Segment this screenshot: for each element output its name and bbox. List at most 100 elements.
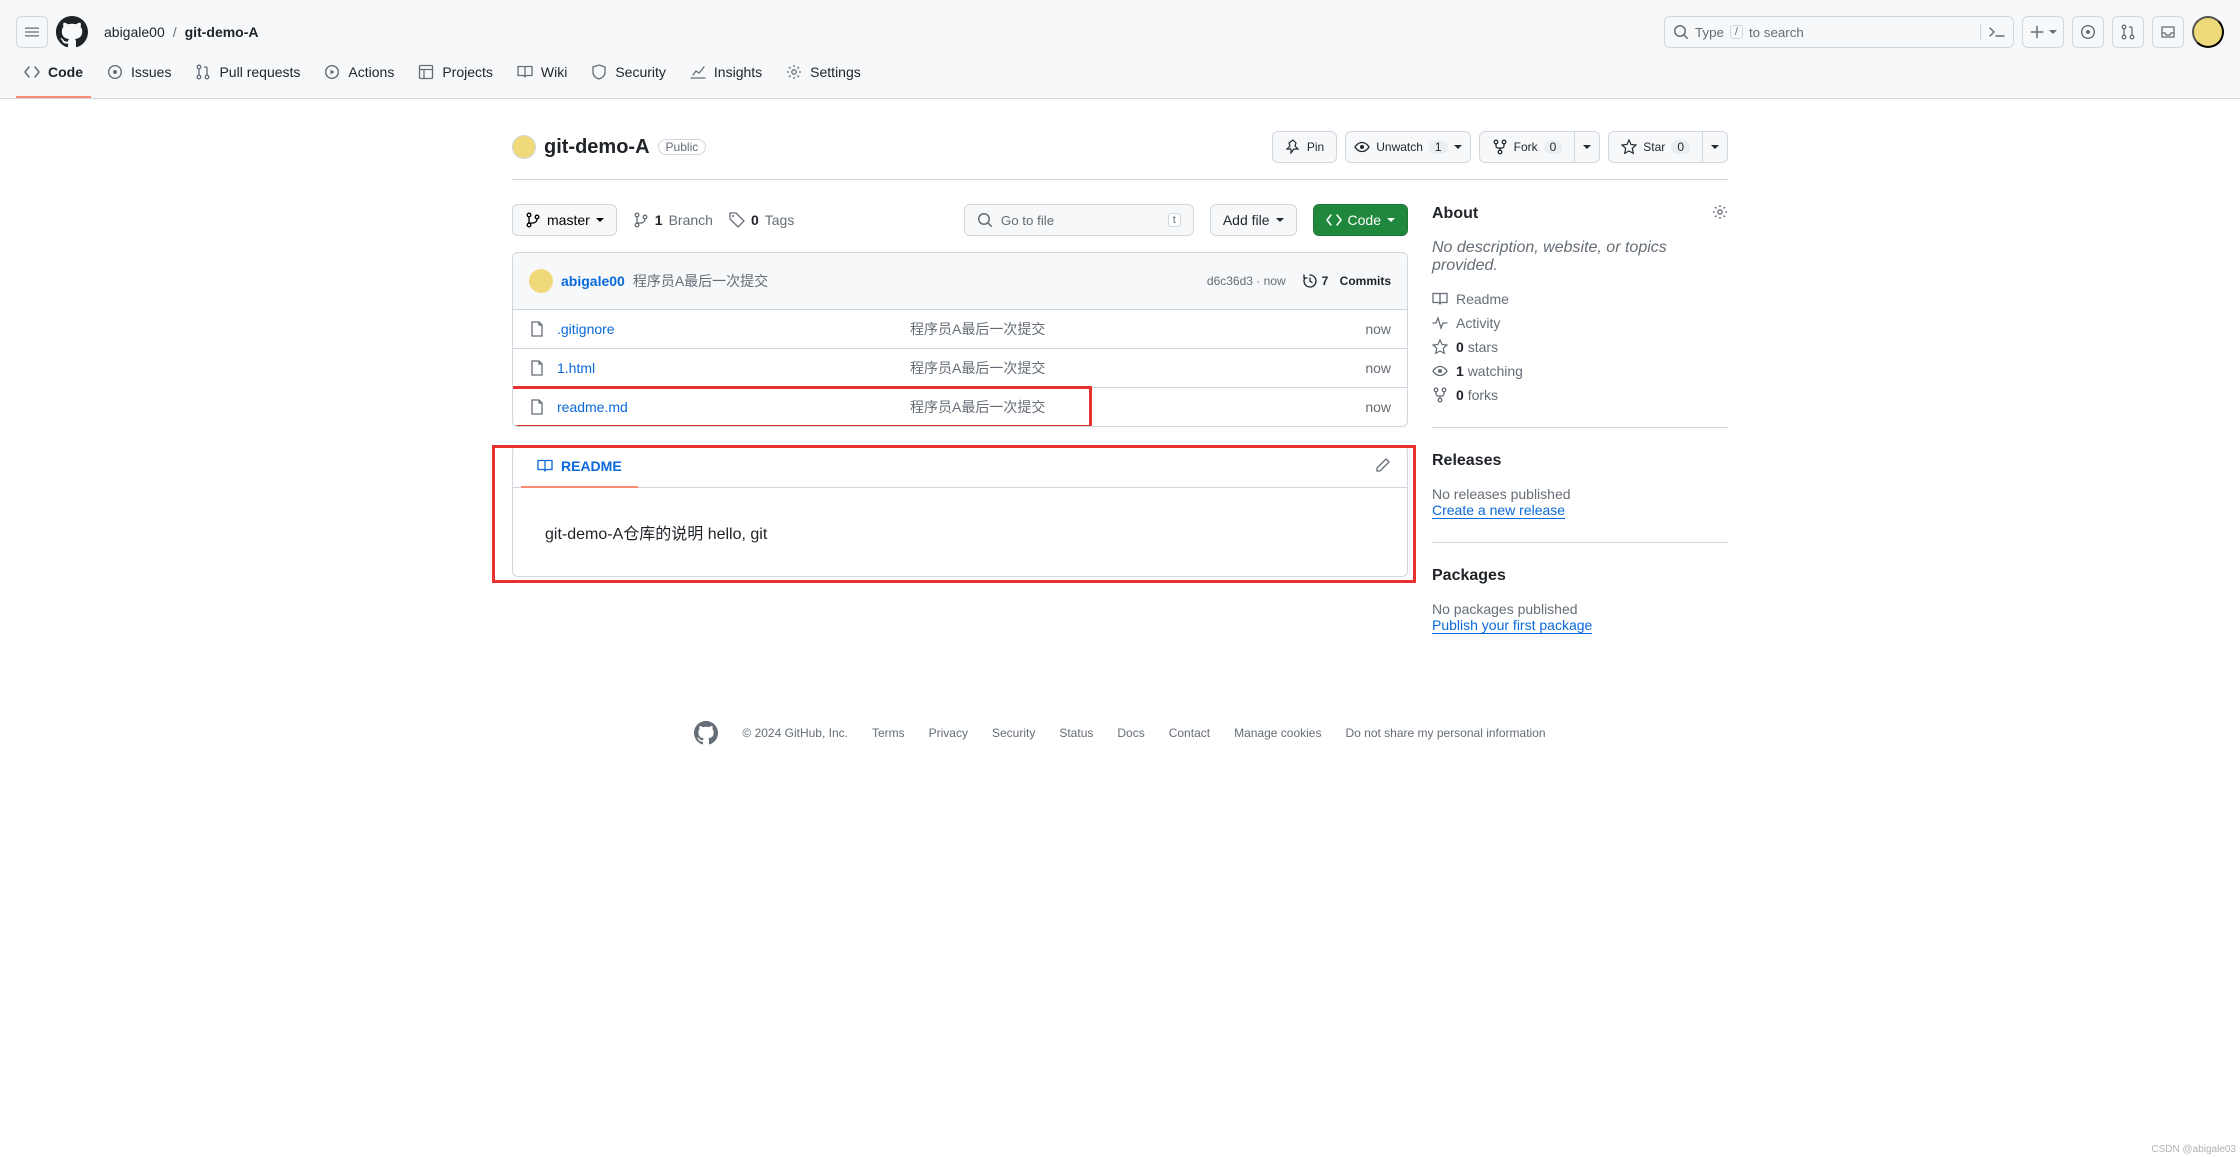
watching-link[interactable]: 1 watching <box>1456 363 1523 379</box>
add-file-button[interactable]: Add file <box>1210 204 1297 236</box>
search-suffix: to search <box>1749 25 1804 40</box>
caret-down-icon <box>1711 145 1719 149</box>
tab-issues[interactable]: Issues <box>99 56 179 98</box>
file-name-link[interactable]: readme.md <box>557 399 628 415</box>
footer-docs[interactable]: Docs <box>1117 726 1144 740</box>
repo-link[interactable]: git-demo-A <box>185 24 259 40</box>
caret-down-icon <box>1276 218 1284 222</box>
footer-contact[interactable]: Contact <box>1169 726 1210 740</box>
tab-security[interactable]: Security <box>583 56 674 98</box>
forks-link[interactable]: 0 forks <box>1456 387 1498 403</box>
inbox-button[interactable] <box>2152 16 2184 48</box>
owner-link[interactable]: abigale00 <box>104 24 165 40</box>
file-commit-link[interactable]: 程序员A最后一次提交 <box>910 358 1291 378</box>
file-nav: master 1 Branch 0 Tags Go to file <box>512 204 1408 236</box>
add-file-label: Add file <box>1223 212 1270 228</box>
star-icon <box>1432 339 1448 355</box>
file-row: .gitignore 程序员A最后一次提交 now <box>513 310 1407 349</box>
book-icon <box>517 64 533 80</box>
commits-link[interactable]: 7 Commits <box>1302 273 1391 289</box>
gear-icon <box>1712 204 1728 220</box>
command-palette-icon <box>1980 24 2005 40</box>
pull-requests-button[interactable] <box>2112 16 2144 48</box>
pin-button[interactable]: Pin <box>1272 131 1337 163</box>
fork-button[interactable]: Fork 0 <box>1479 131 1576 163</box>
tab-insights[interactable]: Insights <box>682 56 770 98</box>
tags-link[interactable]: 0 Tags <box>729 212 794 228</box>
inbox-icon <box>2160 24 2176 40</box>
history-icon <box>1302 273 1318 289</box>
commit-author-link[interactable]: abigale00 <box>561 273 625 289</box>
plus-icon <box>2029 24 2045 40</box>
visibility-badge: Public <box>658 139 707 155</box>
user-avatar-button[interactable] <box>2192 16 2224 48</box>
star-menu-button[interactable] <box>1703 131 1728 163</box>
create-release-link[interactable]: Create a new release <box>1432 502 1565 519</box>
tab-code[interactable]: Code <box>16 56 91 98</box>
stars-link[interactable]: 0 stars <box>1456 339 1498 355</box>
search-prefix: Type <box>1695 25 1724 40</box>
file-name-link[interactable]: 1.html <box>557 360 595 376</box>
issues-button[interactable] <box>2072 16 2104 48</box>
github-logo[interactable] <box>56 16 88 48</box>
menu-button[interactable] <box>16 16 48 48</box>
caret-down-icon <box>1454 145 1462 149</box>
commit-sha-link[interactable]: d6c36d3 <box>1207 274 1253 288</box>
tab-settings[interactable]: Settings <box>778 56 869 98</box>
branch-count-label: Branch <box>669 212 713 228</box>
watch-label: Unwatch <box>1376 140 1423 154</box>
footer-cookies[interactable]: Manage cookies <box>1234 726 1321 740</box>
tab-wiki[interactable]: Wiki <box>509 56 575 98</box>
latest-commit: abigale00 程序员A最后一次提交 d6c36d3 · now 7 Com… <box>513 253 1407 310</box>
commit-message-link[interactable]: 程序员A最后一次提交 <box>633 271 768 291</box>
branch-count: 1 <box>655 212 663 228</box>
tab-pulls[interactable]: Pull requests <box>187 56 308 98</box>
fork-menu-button[interactable] <box>1575 131 1600 163</box>
about-description: No description, website, or topics provi… <box>1432 239 1728 275</box>
footer-security[interactable]: Security <box>992 726 1035 740</box>
file-commit-link[interactable]: 程序员A最后一次提交 <box>910 397 1291 417</box>
star-count: 0 <box>1671 140 1690 154</box>
branches-link[interactable]: 1 Branch <box>633 212 713 228</box>
app-header: abigale00 / git-demo-A Type / to search <box>0 0 2240 56</box>
tab-pulls-label: Pull requests <box>219 64 300 80</box>
footer-privacy[interactable]: Privacy <box>929 726 968 740</box>
footer-status[interactable]: Status <box>1059 726 1093 740</box>
commit-author-avatar <box>529 269 553 293</box>
tab-projects-label: Projects <box>442 64 493 80</box>
search-input[interactable]: Type / to search <box>1664 16 2014 48</box>
issue-icon <box>2080 24 2096 40</box>
search-icon <box>1673 24 1689 40</box>
tab-projects[interactable]: Projects <box>410 56 501 98</box>
footer-dnsmpi[interactable]: Do not share my personal information <box>1345 726 1545 740</box>
star-icon <box>1621 139 1637 155</box>
readme-tab[interactable]: README <box>521 446 638 488</box>
file-age: now <box>1291 321 1391 337</box>
file-name-link[interactable]: .gitignore <box>557 321 615 337</box>
branch-picker[interactable]: master <box>512 204 617 236</box>
watch-button[interactable]: Unwatch 1 <box>1345 131 1470 163</box>
releases-empty-text: No releases published <box>1432 486 1728 502</box>
file-commit-link[interactable]: 程序员A最后一次提交 <box>910 319 1291 339</box>
activity-link[interactable]: Activity <box>1456 315 1500 331</box>
edit-readme-button[interactable] <box>1367 449 1399 484</box>
file-row: 1.html 程序员A最后一次提交 now <box>513 349 1407 388</box>
commit-time: now <box>1264 274 1286 288</box>
publish-package-link[interactable]: Publish your first package <box>1432 617 1592 634</box>
caret-down-icon <box>2049 30 2057 34</box>
caret-down-icon <box>596 218 604 222</box>
gotofile-key: t <box>1168 213 1181 227</box>
readme-link[interactable]: Readme <box>1456 291 1509 307</box>
goto-file-input[interactable]: Go to file t <box>964 204 1194 236</box>
about-settings-button[interactable] <box>1712 204 1728 223</box>
repo-header: git-demo-A Public Pin Unwatch 1 Fork 0 <box>512 115 1728 180</box>
tab-actions[interactable]: Actions <box>316 56 402 98</box>
code-button[interactable]: Code <box>1313 204 1408 236</box>
create-new-button[interactable] <box>2022 16 2064 48</box>
file-icon <box>529 399 545 415</box>
code-icon <box>1326 212 1342 228</box>
star-button[interactable]: Star 0 <box>1608 131 1703 163</box>
footer-terms[interactable]: Terms <box>872 726 905 740</box>
slash-key: / <box>1730 25 1743 39</box>
book-icon <box>1432 291 1448 307</box>
